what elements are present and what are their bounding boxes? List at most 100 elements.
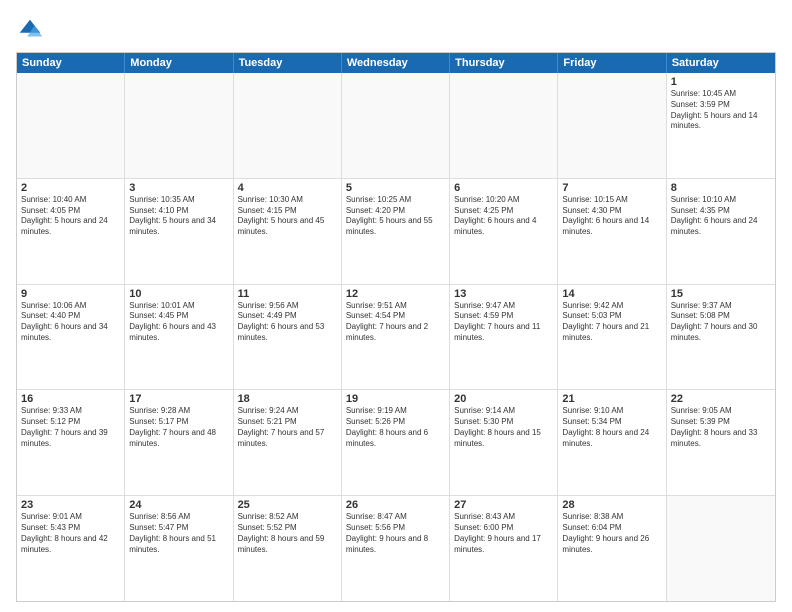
- calendar-day-11: 11Sunrise: 9:56 AM Sunset: 4:49 PM Dayli…: [234, 285, 342, 390]
- calendar-day-empty: [342, 73, 450, 178]
- day-number: 12: [346, 288, 445, 300]
- day-number: 1: [671, 76, 771, 88]
- header-day-wednesday: Wednesday: [342, 53, 450, 73]
- day-number: 2: [21, 182, 120, 194]
- day-number: 14: [562, 288, 661, 300]
- header-day-saturday: Saturday: [667, 53, 775, 73]
- day-number: 27: [454, 499, 553, 511]
- day-info: Sunrise: 10:45 AM Sunset: 3:59 PM Daylig…: [671, 89, 771, 132]
- day-number: 19: [346, 393, 445, 405]
- calendar-day-5: 5Sunrise: 10:25 AM Sunset: 4:20 PM Dayli…: [342, 179, 450, 284]
- calendar-day-27: 27Sunrise: 8:43 AM Sunset: 6:00 PM Dayli…: [450, 496, 558, 601]
- day-number: 21: [562, 393, 661, 405]
- calendar-body: 1Sunrise: 10:45 AM Sunset: 3:59 PM Dayli…: [17, 73, 775, 601]
- header-day-tuesday: Tuesday: [234, 53, 342, 73]
- calendar-day-7: 7Sunrise: 10:15 AM Sunset: 4:30 PM Dayli…: [558, 179, 666, 284]
- day-info: Sunrise: 9:10 AM Sunset: 5:34 PM Dayligh…: [562, 406, 661, 449]
- calendar-day-16: 16Sunrise: 9:33 AM Sunset: 5:12 PM Dayli…: [17, 390, 125, 495]
- calendar-day-21: 21Sunrise: 9:10 AM Sunset: 5:34 PM Dayli…: [558, 390, 666, 495]
- day-number: 23: [21, 499, 120, 511]
- day-info: Sunrise: 10:40 AM Sunset: 4:05 PM Daylig…: [21, 195, 120, 238]
- logo: [16, 16, 48, 44]
- header-day-thursday: Thursday: [450, 53, 558, 73]
- calendar-day-12: 12Sunrise: 9:51 AM Sunset: 4:54 PM Dayli…: [342, 285, 450, 390]
- calendar-header: SundayMondayTuesdayWednesdayThursdayFrid…: [17, 53, 775, 73]
- day-number: 7: [562, 182, 661, 194]
- day-info: Sunrise: 8:52 AM Sunset: 5:52 PM Dayligh…: [238, 512, 337, 555]
- day-info: Sunrise: 9:37 AM Sunset: 5:08 PM Dayligh…: [671, 301, 771, 344]
- day-number: 9: [21, 288, 120, 300]
- day-info: Sunrise: 9:56 AM Sunset: 4:49 PM Dayligh…: [238, 301, 337, 344]
- day-info: Sunrise: 8:38 AM Sunset: 6:04 PM Dayligh…: [562, 512, 661, 555]
- calendar-day-empty: [17, 73, 125, 178]
- calendar-day-empty: [450, 73, 558, 178]
- calendar-day-19: 19Sunrise: 9:19 AM Sunset: 5:26 PM Dayli…: [342, 390, 450, 495]
- day-number: 10: [129, 288, 228, 300]
- day-info: Sunrise: 9:05 AM Sunset: 5:39 PM Dayligh…: [671, 406, 771, 449]
- calendar-day-24: 24Sunrise: 8:56 AM Sunset: 5:47 PM Dayli…: [125, 496, 233, 601]
- day-info: Sunrise: 8:47 AM Sunset: 5:56 PM Dayligh…: [346, 512, 445, 555]
- calendar-day-14: 14Sunrise: 9:42 AM Sunset: 5:03 PM Dayli…: [558, 285, 666, 390]
- day-number: 24: [129, 499, 228, 511]
- day-info: Sunrise: 10:35 AM Sunset: 4:10 PM Daylig…: [129, 195, 228, 238]
- calendar: SundayMondayTuesdayWednesdayThursdayFrid…: [16, 52, 776, 602]
- day-number: 22: [671, 393, 771, 405]
- day-number: 16: [21, 393, 120, 405]
- header-day-friday: Friday: [558, 53, 666, 73]
- calendar-row-5: 23Sunrise: 9:01 AM Sunset: 5:43 PM Dayli…: [17, 496, 775, 601]
- calendar-row-3: 9Sunrise: 10:06 AM Sunset: 4:40 PM Dayli…: [17, 285, 775, 391]
- calendar-row-1: 1Sunrise: 10:45 AM Sunset: 3:59 PM Dayli…: [17, 73, 775, 179]
- calendar-day-20: 20Sunrise: 9:14 AM Sunset: 5:30 PM Dayli…: [450, 390, 558, 495]
- day-number: 3: [129, 182, 228, 194]
- day-info: Sunrise: 9:47 AM Sunset: 4:59 PM Dayligh…: [454, 301, 553, 344]
- day-number: 11: [238, 288, 337, 300]
- calendar-day-25: 25Sunrise: 8:52 AM Sunset: 5:52 PM Dayli…: [234, 496, 342, 601]
- day-info: Sunrise: 10:25 AM Sunset: 4:20 PM Daylig…: [346, 195, 445, 238]
- calendar-day-28: 28Sunrise: 8:38 AM Sunset: 6:04 PM Dayli…: [558, 496, 666, 601]
- calendar-day-17: 17Sunrise: 9:28 AM Sunset: 5:17 PM Dayli…: [125, 390, 233, 495]
- day-number: 26: [346, 499, 445, 511]
- day-info: Sunrise: 9:14 AM Sunset: 5:30 PM Dayligh…: [454, 406, 553, 449]
- day-info: Sunrise: 9:51 AM Sunset: 4:54 PM Dayligh…: [346, 301, 445, 344]
- header-day-monday: Monday: [125, 53, 233, 73]
- day-number: 28: [562, 499, 661, 511]
- day-info: Sunrise: 9:01 AM Sunset: 5:43 PM Dayligh…: [21, 512, 120, 555]
- calendar-day-15: 15Sunrise: 9:37 AM Sunset: 5:08 PM Dayli…: [667, 285, 775, 390]
- day-info: Sunrise: 9:19 AM Sunset: 5:26 PM Dayligh…: [346, 406, 445, 449]
- calendar-day-1: 1Sunrise: 10:45 AM Sunset: 3:59 PM Dayli…: [667, 73, 775, 178]
- day-info: Sunrise: 8:43 AM Sunset: 6:00 PM Dayligh…: [454, 512, 553, 555]
- day-number: 6: [454, 182, 553, 194]
- day-info: Sunrise: 9:33 AM Sunset: 5:12 PM Dayligh…: [21, 406, 120, 449]
- calendar-row-2: 2Sunrise: 10:40 AM Sunset: 4:05 PM Dayli…: [17, 179, 775, 285]
- day-info: Sunrise: 10:06 AM Sunset: 4:40 PM Daylig…: [21, 301, 120, 344]
- calendar-day-4: 4Sunrise: 10:30 AM Sunset: 4:15 PM Dayli…: [234, 179, 342, 284]
- calendar-day-23: 23Sunrise: 9:01 AM Sunset: 5:43 PM Dayli…: [17, 496, 125, 601]
- day-number: 13: [454, 288, 553, 300]
- day-number: 20: [454, 393, 553, 405]
- day-number: 4: [238, 182, 337, 194]
- day-number: 17: [129, 393, 228, 405]
- calendar-day-empty: [667, 496, 775, 601]
- day-info: Sunrise: 10:01 AM Sunset: 4:45 PM Daylig…: [129, 301, 228, 344]
- day-info: Sunrise: 9:24 AM Sunset: 5:21 PM Dayligh…: [238, 406, 337, 449]
- day-info: Sunrise: 8:56 AM Sunset: 5:47 PM Dayligh…: [129, 512, 228, 555]
- day-info: Sunrise: 9:28 AM Sunset: 5:17 PM Dayligh…: [129, 406, 228, 449]
- calendar-day-6: 6Sunrise: 10:20 AM Sunset: 4:25 PM Dayli…: [450, 179, 558, 284]
- calendar-day-9: 9Sunrise: 10:06 AM Sunset: 4:40 PM Dayli…: [17, 285, 125, 390]
- calendar-day-26: 26Sunrise: 8:47 AM Sunset: 5:56 PM Dayli…: [342, 496, 450, 601]
- logo-icon: [16, 16, 44, 44]
- calendar-day-8: 8Sunrise: 10:10 AM Sunset: 4:35 PM Dayli…: [667, 179, 775, 284]
- calendar-day-10: 10Sunrise: 10:01 AM Sunset: 4:45 PM Dayl…: [125, 285, 233, 390]
- calendar-row-4: 16Sunrise: 9:33 AM Sunset: 5:12 PM Dayli…: [17, 390, 775, 496]
- day-info: Sunrise: 10:15 AM Sunset: 4:30 PM Daylig…: [562, 195, 661, 238]
- calendar-day-empty: [558, 73, 666, 178]
- calendar-day-18: 18Sunrise: 9:24 AM Sunset: 5:21 PM Dayli…: [234, 390, 342, 495]
- calendar-day-empty: [234, 73, 342, 178]
- day-number: 25: [238, 499, 337, 511]
- day-number: 15: [671, 288, 771, 300]
- day-info: Sunrise: 10:30 AM Sunset: 4:15 PM Daylig…: [238, 195, 337, 238]
- calendar-day-3: 3Sunrise: 10:35 AM Sunset: 4:10 PM Dayli…: [125, 179, 233, 284]
- day-number: 5: [346, 182, 445, 194]
- calendar-day-empty: [125, 73, 233, 178]
- day-info: Sunrise: 9:42 AM Sunset: 5:03 PM Dayligh…: [562, 301, 661, 344]
